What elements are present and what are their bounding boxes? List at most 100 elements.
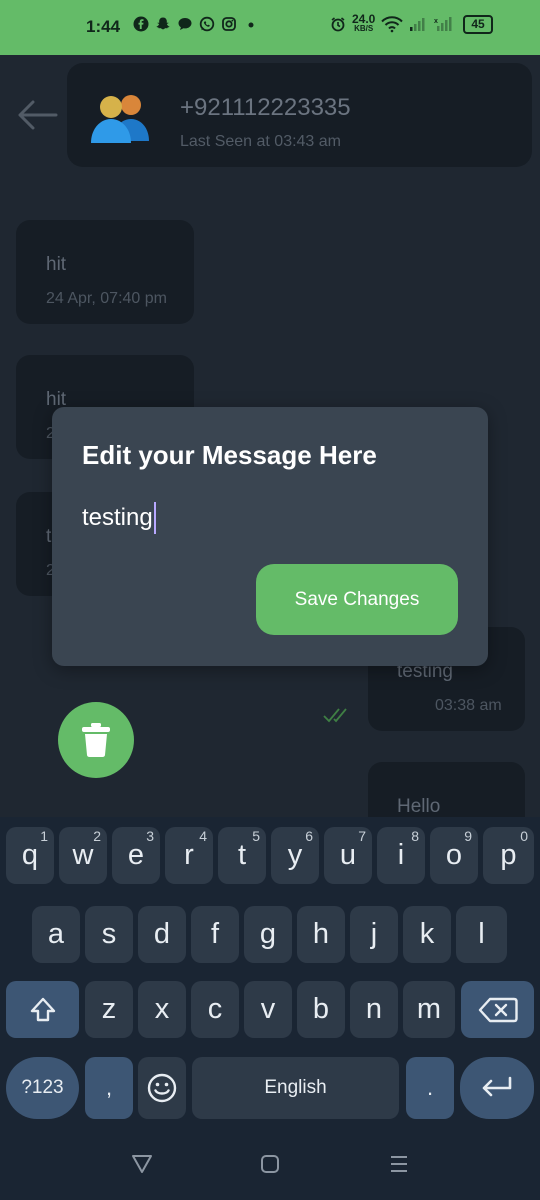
message-text: Hello — [397, 796, 441, 817]
key-r[interactable]: r4 — [165, 827, 213, 884]
key-hint: 5 — [252, 828, 260, 844]
notification-icons — [133, 16, 259, 32]
key-e[interactable]: e3 — [112, 827, 160, 884]
key-f[interactable]: f — [191, 906, 239, 963]
key-v[interactable]: v — [244, 981, 292, 1038]
nav-back-icon[interactable] — [131, 1154, 153, 1174]
shift-icon — [30, 997, 55, 1021]
instagram-icon — [222, 17, 236, 31]
key-a[interactable]: a — [32, 906, 80, 963]
key-label: e — [127, 839, 145, 871]
key-m[interactable]: m — [403, 981, 455, 1038]
key-t[interactable]: t5 — [218, 827, 266, 884]
key-label: i — [397, 839, 405, 871]
key-o[interactable]: o9 — [430, 827, 478, 884]
speed-value: 24.0 — [352, 12, 376, 26]
message-time: 24 Apr, 07:40 pm — [46, 290, 167, 307]
key-label: t — [237, 839, 247, 871]
key-label: q — [21, 839, 39, 871]
group-avatar-icon — [91, 95, 149, 143]
key-hint: 3 — [146, 828, 154, 844]
wifi-icon — [381, 16, 404, 33]
key-g[interactable]: g — [244, 906, 292, 963]
shift-key[interactable] — [6, 981, 79, 1038]
double-check-icon — [323, 708, 347, 723]
message-icon — [178, 18, 192, 30]
key-c[interactable]: c — [191, 981, 239, 1038]
key-label: w — [72, 839, 94, 871]
network-speed: 24.0 KB/S — [352, 12, 376, 34]
key-p[interactable]: p0 — [483, 827, 534, 884]
key-l[interactable]: l — [456, 906, 507, 963]
key-j[interactable]: j — [350, 906, 398, 963]
key-hint: 0 — [520, 828, 528, 844]
message-bubble-received[interactable]: hit 24 Apr, 07:40 pm — [16, 220, 194, 324]
emoji-icon — [147, 1073, 177, 1103]
whatsapp-icon — [199, 16, 215, 32]
nav-recents-icon[interactable] — [388, 1154, 410, 1174]
system-icons: 24.0 KB/S x 45 — [330, 12, 493, 34]
dialog-title: Edit your Message Here — [82, 440, 377, 470]
signal-no-service-icon: x — [434, 17, 452, 31]
backspace-icon — [478, 997, 518, 1022]
key-h[interactable]: h — [297, 906, 345, 963]
enter-key[interactable] — [460, 1057, 534, 1119]
snapchat-icon — [156, 17, 170, 30]
system-nav-bar — [0, 1130, 540, 1200]
nav-home-icon[interactable] — [259, 1154, 281, 1174]
period-key[interactable]: . — [406, 1057, 454, 1119]
key-label: r — [184, 839, 194, 871]
key-s[interactable]: s — [85, 906, 133, 963]
key-label: u — [339, 839, 357, 871]
key-w[interactable]: w2 — [59, 827, 107, 884]
dot-icon — [248, 22, 254, 28]
message-time: 03:38 am — [435, 697, 502, 714]
signal-icon — [410, 18, 425, 31]
key-i[interactable]: i8 — [377, 827, 425, 884]
key-k[interactable]: k — [403, 906, 451, 963]
key-label: p — [500, 839, 517, 871]
key-n[interactable]: n — [350, 981, 398, 1038]
delete-button[interactable] — [58, 702, 134, 778]
key-hint: 7 — [358, 828, 366, 844]
key-z[interactable]: z — [85, 981, 133, 1038]
key-hint: 4 — [199, 828, 207, 844]
emoji-key[interactable] — [138, 1057, 186, 1119]
key-u[interactable]: u7 — [324, 827, 372, 884]
key-hint: 2 — [93, 828, 101, 844]
message-text: hit — [46, 254, 67, 275]
speed-unit: KB/S — [354, 24, 374, 33]
trash-icon — [82, 723, 110, 757]
edit-message-value: testing — [82, 504, 153, 531]
soft-keyboard: q1 w2 e3 r4 t5 y6 u7 i8 o9 p0 a s d f g … — [0, 817, 540, 1130]
edit-message-dialog: Edit your Message Here testing Save Chan… — [52, 407, 488, 666]
key-y[interactable]: y6 — [271, 827, 319, 884]
facebook-icon — [133, 16, 149, 32]
comma-key[interactable]: , — [85, 1057, 133, 1119]
chat-header[interactable]: +921112223335 Last Seen at 03:43 am — [67, 63, 532, 167]
key-b[interactable]: b — [297, 981, 345, 1038]
status-time: 1:44 — [86, 17, 121, 36]
key-hint: 1 — [40, 828, 48, 844]
text-cursor — [153, 502, 156, 534]
key-d[interactable]: d — [138, 906, 186, 963]
symbols-key[interactable]: ?123 — [6, 1057, 79, 1119]
alarm-icon — [331, 17, 345, 32]
edit-message-input[interactable]: testing — [82, 502, 156, 534]
key-label: o — [445, 839, 463, 871]
backspace-key[interactable] — [461, 981, 534, 1038]
key-q[interactable]: q1 — [6, 827, 54, 884]
message-text: t — [46, 526, 52, 547]
space-key[interactable]: English — [192, 1057, 399, 1119]
enter-icon — [482, 1076, 512, 1097]
key-hint: 9 — [464, 828, 472, 844]
key-x[interactable]: x — [138, 981, 186, 1038]
back-arrow-icon[interactable] — [16, 99, 58, 131]
battery-indicator: 45 — [463, 14, 493, 34]
key-hint: 8 — [411, 828, 419, 844]
save-changes-button[interactable]: Save Changes — [256, 564, 458, 635]
contact-name: +921112223335 — [180, 94, 351, 121]
status-bar: 1:44 24.0 KB/S x 45 — [0, 0, 540, 55]
svg-text:x: x — [434, 18, 438, 25]
key-label: y — [287, 839, 303, 871]
